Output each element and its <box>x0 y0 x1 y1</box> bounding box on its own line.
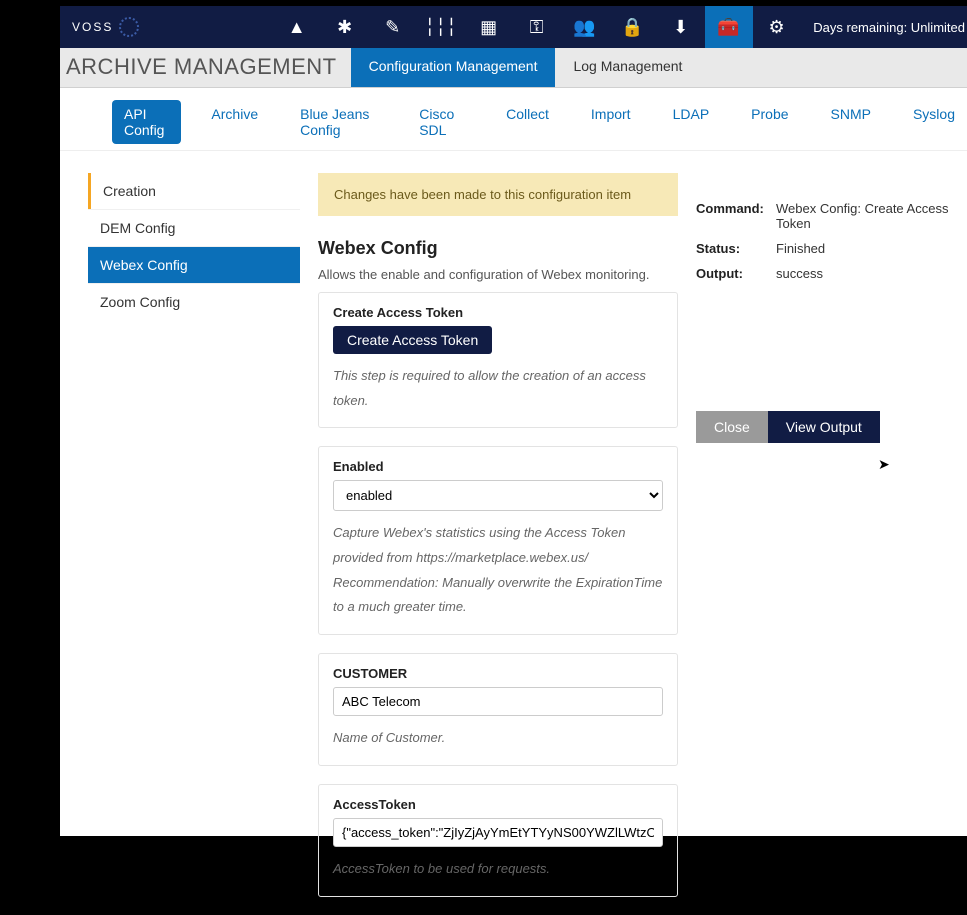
result-row: Status:Finished <box>696 241 956 256</box>
key-icon[interactable]: ⚿ <box>513 6 561 48</box>
lock-icon[interactable]: 🔒 <box>609 6 657 48</box>
side-creation[interactable]: Creation <box>88 173 300 209</box>
subnav-ldap[interactable]: LDAP <box>661 100 722 144</box>
subnav-probe[interactable]: Probe <box>739 100 800 144</box>
view-output-button[interactable]: View Output <box>768 411 880 443</box>
access-token-help: AccessToken to be used for requests. <box>333 857 663 882</box>
brand-logo-icon <box>119 17 139 37</box>
result-key: Output: <box>696 266 776 281</box>
subnav-api-config[interactable]: API Config <box>112 100 181 144</box>
brand-text: VOSS <box>72 20 113 34</box>
brand: VOSS <box>60 17 260 37</box>
subnav: API Config Archive Blue Jeans Config Cisco … <box>60 88 967 151</box>
side-webex-config[interactable]: Webex Config <box>88 246 300 283</box>
pin-icon[interactable]: ✎ <box>369 6 417 48</box>
customer-input[interactable] <box>333 687 663 716</box>
alert-icon[interactable]: ▲ <box>273 6 321 48</box>
result-key: Command: <box>696 201 776 231</box>
briefcase-icon[interactable]: 🧰 <box>705 6 753 48</box>
sliders-icon[interactable]: ╎╎╎ <box>417 6 465 48</box>
access-token-label: AccessToken <box>333 797 663 812</box>
access-token-panel: AccessToken AccessToken to be used for r… <box>318 784 678 897</box>
create-access-token-button[interactable]: Create Access Token <box>333 326 492 354</box>
close-button[interactable]: Close <box>696 411 768 443</box>
enabled-select[interactable]: enabled <box>333 480 663 511</box>
enabled-help: Capture Webex's statistics using the Acc… <box>333 521 663 620</box>
customer-help: Name of Customer. <box>333 726 663 751</box>
side-zoom-config[interactable]: Zoom Config <box>88 283 300 320</box>
download-icon[interactable]: ⬇ <box>657 6 705 48</box>
result-row: Output:success <box>696 266 956 281</box>
access-token-input[interactable] <box>333 818 663 847</box>
page-title: ARCHIVE MANAGEMENT <box>60 48 351 87</box>
create-token-help: This step is required to allow the creat… <box>333 364 663 413</box>
topbar: VOSS ▲✱✎╎╎╎▦⚿👥🔒⬇🧰⚙ Days remaining: Unlim… <box>60 6 967 48</box>
days-remaining: Days remaining: Unlimited <box>813 20 967 35</box>
customer-panel: CUSTOMER Name of Customer. <box>318 653 678 766</box>
result-key: Status: <box>696 241 776 256</box>
users-icon[interactable]: 👥 <box>561 6 609 48</box>
create-token-label: Create Access Token <box>333 305 663 320</box>
form-title: Webex Config <box>318 238 678 259</box>
main-column: Changes have been made to this configura… <box>318 173 678 915</box>
subnav-snmp[interactable]: SNMP <box>819 100 883 144</box>
subnav-blue-jeans-config[interactable]: Blue Jeans Config <box>288 100 389 144</box>
result-value: success <box>776 266 956 281</box>
result-row: Command:Webex Config: Create Access Toke… <box>696 201 956 231</box>
subnav-import[interactable]: Import <box>579 100 643 144</box>
tab-configuration-management[interactable]: Configuration Management <box>351 48 556 87</box>
result-panel: Command:Webex Config: Create Access Toke… <box>696 173 956 915</box>
gear-icon[interactable]: ⚙ <box>753 6 801 48</box>
subnav-syslog[interactable]: Syslog <box>901 100 967 144</box>
tabstrip: ARCHIVE MANAGEMENT Configuration Managem… <box>60 48 967 88</box>
side-dem-config[interactable]: DEM Config <box>88 209 300 246</box>
subnav-archive[interactable]: Archive <box>199 100 270 144</box>
create-token-panel: Create Access Token Create Access Token … <box>318 292 678 428</box>
customer-label: CUSTOMER <box>333 666 663 681</box>
enabled-label: Enabled <box>333 459 663 474</box>
globe-icon[interactable]: ✱ <box>321 6 369 48</box>
calendar-icon[interactable]: ▦ <box>465 6 513 48</box>
form-subtitle: Allows the enable and configuration of W… <box>318 267 678 282</box>
enabled-panel: Enabled enabled Capture Webex's statisti… <box>318 446 678 635</box>
tab-log-management[interactable]: Log Management <box>555 48 700 87</box>
result-value: Finished <box>776 241 956 256</box>
subnav-cisco-sdl[interactable]: Cisco SDL <box>407 100 476 144</box>
result-value: Webex Config: Create Access Token <box>776 201 956 231</box>
subnav-collect[interactable]: Collect <box>494 100 561 144</box>
config-changed-alert: Changes have been made to this configura… <box>318 173 678 216</box>
side-nav: CreationDEM ConfigWebex ConfigZoom Confi… <box>88 173 300 915</box>
